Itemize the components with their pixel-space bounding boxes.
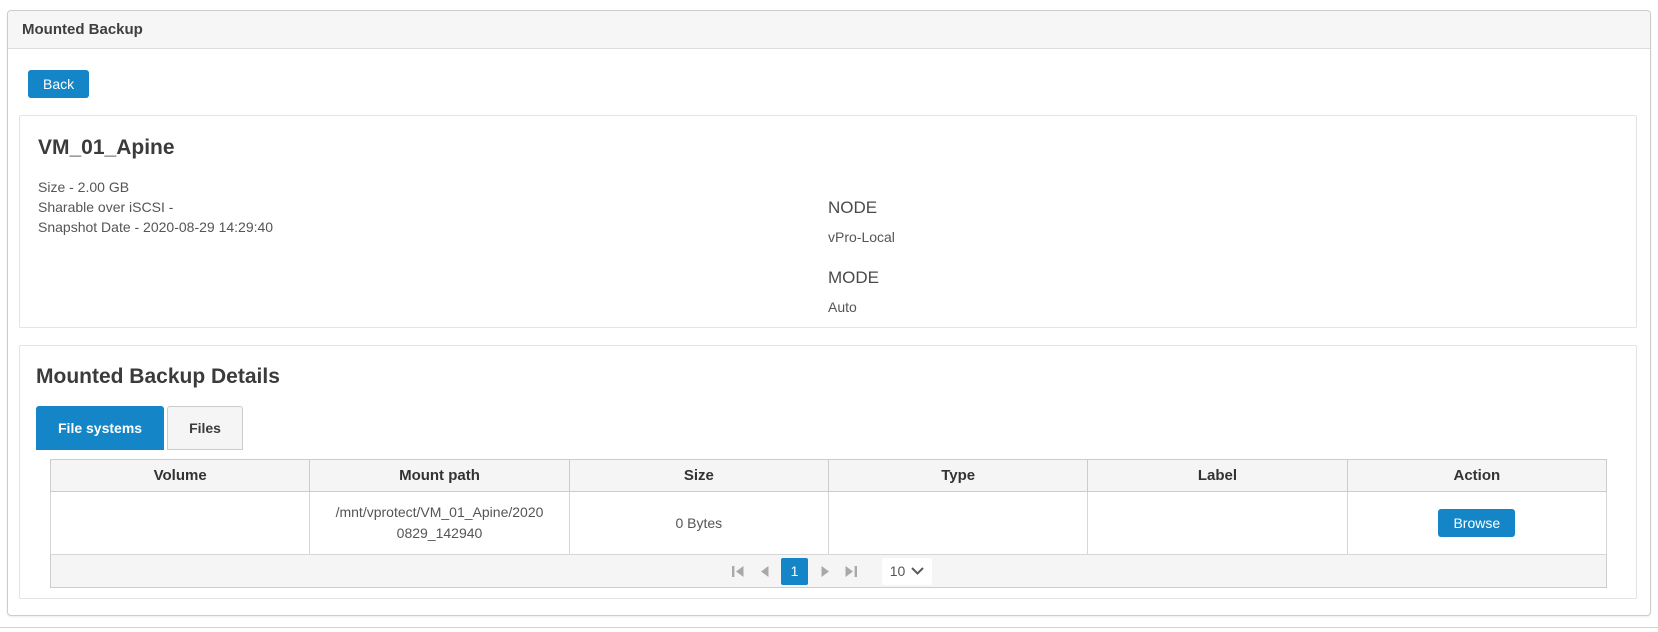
backup-summary-left: VM_01_Apine Size - 2.00 GB Sharable over… [38,136,828,307]
paginator: 1 10 [50,555,1607,588]
node-value: vPro-Local [828,229,1618,245]
bottom-divider [0,627,1658,628]
backup-summary-card: VM_01_Apine Size - 2.00 GB Sharable over… [19,115,1637,328]
browse-button[interactable]: Browse [1438,509,1515,537]
next-page-icon[interactable] [812,558,838,584]
page-title: Mounted Backup [22,21,143,38]
column-header-action: Action [1347,460,1606,492]
cell-label [1088,492,1347,555]
table-header-row: Volume Mount path Size Type Label Action [51,460,1607,492]
chevron-down-icon [911,567,924,575]
backup-iscsi: Sharable over iSCSI - [38,197,828,217]
column-header-size: Size [569,460,828,492]
tab-file-systems[interactable]: File systems [36,406,164,450]
file-systems-table-wrap: Volume Mount path Size Type Label Action… [50,459,1607,588]
backup-snapshot-date: Snapshot Date - 2020-08-29 14:29:40 [38,217,828,237]
table-row: /mnt/vprotect/VM_01_Apine/20200829_14294… [51,492,1607,555]
mounted-backup-details-card: Mounted Backup Details File systems File… [19,345,1637,599]
backup-summary-right: NODE vPro-Local MODE Auto [828,136,1618,307]
back-button[interactable]: Back [28,70,89,98]
cell-size: 0 Bytes [569,492,828,555]
page-size-select[interactable]: 10 [882,558,932,585]
backup-size: Size - 2.00 GB [38,177,828,197]
panel-header: Mounted Backup [8,11,1650,49]
panel-content: Back VM_01_Apine Size - 2.00 GB Sharable… [8,49,1650,599]
node-label: NODE [828,198,1618,218]
file-systems-table: Volume Mount path Size Type Label Action… [50,459,1607,555]
mode-label: MODE [828,268,1618,288]
cell-mount-path: /mnt/vprotect/VM_01_Apine/20200829_14294… [310,492,569,555]
column-header-label: Label [1088,460,1347,492]
backup-name: VM_01_Apine [38,136,828,160]
details-title: Mounted Backup Details [36,365,1620,389]
cell-action: Browse [1347,492,1606,555]
mounted-backup-panel: Mounted Backup Back VM_01_Apine Size - 2… [7,10,1651,616]
tab-files[interactable]: Files [167,406,243,450]
last-page-icon[interactable] [838,558,864,584]
cell-volume [51,492,310,555]
mode-value: Auto [828,299,1618,315]
previous-page-icon[interactable] [751,558,777,584]
column-header-type: Type [828,460,1087,492]
tab-bar: File systems Files [36,406,1620,450]
column-header-volume: Volume [51,460,310,492]
page-number-button[interactable]: 1 [781,558,808,585]
cell-type [828,492,1087,555]
page-size-value: 10 [890,563,906,579]
column-header-mount-path: Mount path [310,460,569,492]
first-page-icon[interactable] [725,558,751,584]
